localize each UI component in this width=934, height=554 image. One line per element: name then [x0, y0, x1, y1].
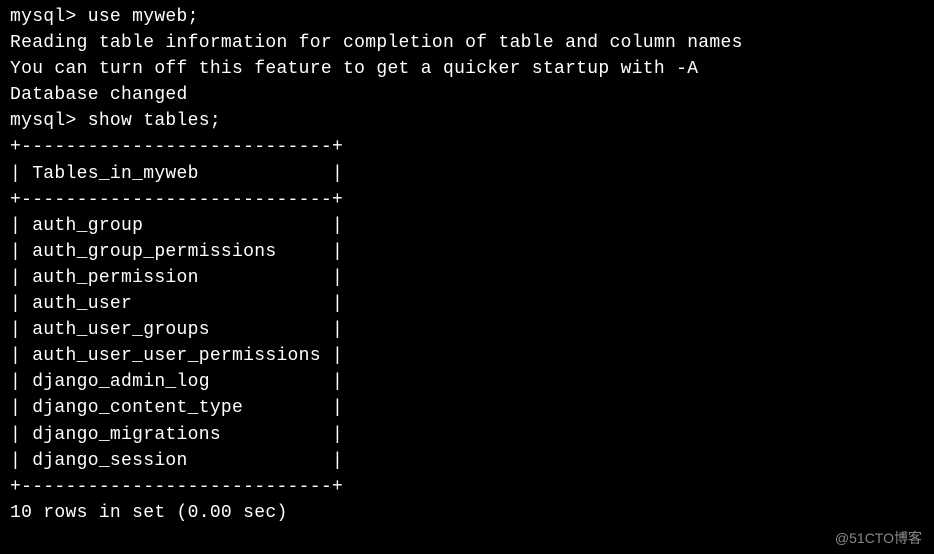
info-message: Reading table information for completion…: [10, 30, 924, 56]
table-row: | auth_user_groups |: [10, 317, 924, 343]
command-use: use myweb;: [88, 7, 199, 27]
table-row: | django_admin_log |: [10, 369, 924, 395]
command-show-tables: show tables;: [88, 111, 221, 131]
table-border: +----------------------------+: [10, 474, 924, 500]
table-row: | auth_user |: [10, 291, 924, 317]
table-border: +----------------------------+: [10, 187, 924, 213]
table-row: | auth_user_user_permissions |: [10, 343, 924, 369]
table-row: | django_content_type |: [10, 395, 924, 421]
result-summary: 10 rows in set (0.00 sec): [10, 500, 924, 526]
prompt-line: mysql> show tables;: [10, 108, 924, 134]
mysql-prompt: mysql>: [10, 111, 88, 131]
table-row: | django_migrations |: [10, 422, 924, 448]
prompt-line: mysql> use myweb;: [10, 4, 924, 30]
table-row: | auth_group |: [10, 213, 924, 239]
table-row: | auth_permission |: [10, 265, 924, 291]
db-changed-message: Database changed: [10, 82, 924, 108]
watermark: @51CTO博客: [835, 528, 922, 548]
mysql-prompt: mysql>: [10, 7, 88, 27]
info-message: You can turn off this feature to get a q…: [10, 56, 924, 82]
table-row: | auth_group_permissions |: [10, 239, 924, 265]
table-row: | django_session |: [10, 448, 924, 474]
table-header: | Tables_in_myweb |: [10, 161, 924, 187]
table-border: +----------------------------+: [10, 134, 924, 160]
terminal-output[interactable]: mysql> use myweb; Reading table informat…: [10, 4, 924, 526]
